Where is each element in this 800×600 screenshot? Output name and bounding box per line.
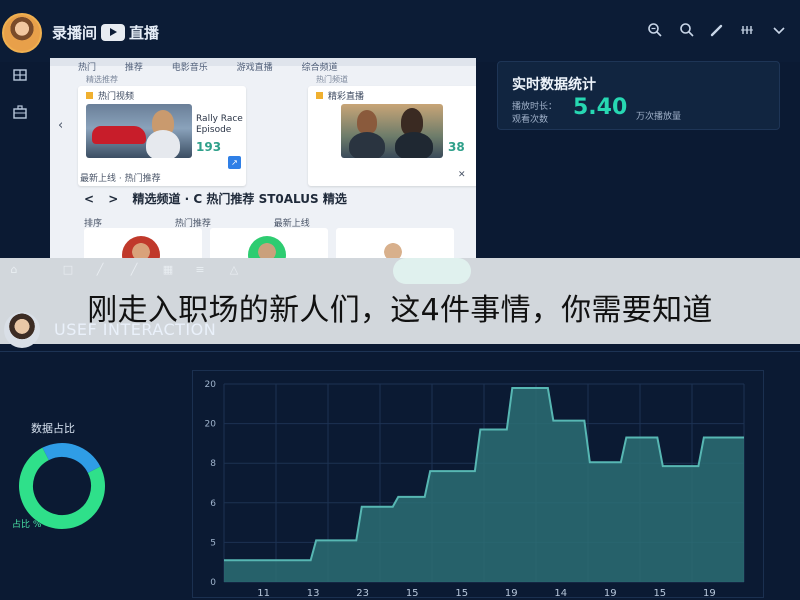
close-icon[interactable]: ✕ bbox=[458, 170, 466, 180]
tab-item[interactable]: 电影音乐 bbox=[172, 63, 208, 73]
app-title-left: 录播间 bbox=[52, 24, 98, 42]
stats-note: 万次播放量 bbox=[636, 112, 682, 122]
caption-line: Rally Race bbox=[196, 114, 243, 124]
chevron-down-icon[interactable] bbox=[770, 22, 788, 40]
section-avatar bbox=[4, 312, 40, 348]
divider bbox=[0, 351, 800, 352]
app-title-right: 直播 bbox=[129, 24, 160, 42]
card-label: 热门视频 bbox=[86, 89, 134, 102]
avatar bbox=[248, 236, 286, 258]
donut-note: 占比 % bbox=[12, 520, 42, 530]
video-thumbnail[interactable] bbox=[86, 104, 192, 158]
x-tick-label: 13 bbox=[307, 588, 320, 598]
person-body bbox=[349, 132, 385, 158]
x-tick-label: 15 bbox=[653, 588, 666, 598]
tab-bar: 热门 推荐 电影音乐 游戏直播 综合频道 bbox=[78, 60, 364, 73]
y-tick-label: 0 bbox=[210, 578, 216, 588]
stats-value: 5.40 bbox=[573, 95, 628, 120]
x-tick-label: 19 bbox=[703, 588, 716, 598]
browser-panel: 热门 推荐 电影音乐 游戏直播 综合频道 ‹ 精选推荐 热门视频 Rally R… bbox=[50, 58, 476, 258]
stats-label: 播放时长： bbox=[512, 102, 558, 112]
search-plus-icon[interactable] bbox=[646, 22, 664, 40]
x-tick-label: 15 bbox=[455, 588, 468, 598]
briefcase-icon[interactable] bbox=[9, 104, 31, 126]
card-section-label: 热门频道 bbox=[316, 75, 348, 84]
area-chart: 0 5 6 8 20 20 11 13 23 15 15 19 14 19 15 19 bbox=[205, 380, 745, 598]
y-tick-label: 20 bbox=[205, 420, 217, 430]
edit-icon[interactable] bbox=[708, 22, 726, 40]
x-tick-label: 15 bbox=[406, 588, 419, 598]
x-tick-label: 23 bbox=[356, 588, 369, 598]
caption-line: Episode bbox=[196, 125, 232, 135]
section-subheader: 最新上线 · 热门推荐 bbox=[80, 174, 161, 184]
person-image bbox=[357, 110, 377, 134]
person-body bbox=[395, 132, 433, 158]
expand-icon[interactable]: ↗ bbox=[228, 156, 241, 169]
back-button[interactable]: < bbox=[84, 192, 94, 206]
view-count: 193 bbox=[196, 140, 222, 154]
user-avatar[interactable] bbox=[2, 13, 42, 53]
card-section-label: 精选推荐 bbox=[86, 75, 118, 84]
y-tick-label: 20 bbox=[205, 380, 217, 390]
avatar bbox=[374, 236, 412, 258]
y-tick-label: 5 bbox=[210, 538, 216, 548]
stats-label: 观看次数 bbox=[512, 115, 549, 125]
y-tick-label: 8 bbox=[210, 459, 216, 469]
thumb-caption: Rally Race Episode bbox=[196, 114, 243, 136]
car-image bbox=[92, 126, 146, 144]
y-tick-label: 6 bbox=[210, 499, 216, 509]
search-icon[interactable] bbox=[678, 22, 696, 40]
person-body bbox=[146, 130, 180, 158]
tab-item[interactable]: 热门 bbox=[78, 63, 96, 73]
card-label: 精彩直播 bbox=[316, 89, 364, 102]
user-card[interactable] bbox=[336, 228, 454, 258]
user-card[interactable] bbox=[210, 228, 328, 258]
video-thumbnail[interactable] bbox=[341, 104, 443, 158]
section-title: USEF INTERACTION bbox=[54, 320, 217, 339]
play-icon bbox=[101, 24, 126, 41]
grid-icon[interactable] bbox=[738, 22, 756, 40]
user-card[interactable] bbox=[84, 228, 202, 258]
home-icon[interactable] bbox=[9, 67, 31, 89]
stats-title: 实时数据统计 bbox=[512, 77, 596, 93]
x-tick-label: 14 bbox=[554, 588, 567, 598]
app-title: 录播间 直播 bbox=[52, 22, 159, 43]
nav-row: < > 精选频道 · C 热门推荐 ST0ALUS 精选 bbox=[84, 190, 347, 207]
view-count: 38 bbox=[448, 140, 465, 154]
avatar bbox=[122, 236, 160, 258]
tab-item[interactable]: 游戏直播 bbox=[237, 63, 273, 73]
x-tick-label: 11 bbox=[257, 588, 270, 598]
nav-title: 精选频道 · C 热门推荐 ST0ALUS 精选 bbox=[132, 192, 347, 206]
forward-button[interactable]: > bbox=[108, 192, 118, 206]
tab-item[interactable]: 推荐 bbox=[125, 63, 143, 73]
donut-segment bbox=[42, 443, 101, 474]
stats-card: 实时数据统计 播放时长： 观看次数 5.40 万次播放量 bbox=[497, 61, 780, 130]
x-tick-label: 19 bbox=[604, 588, 617, 598]
carousel-prev-icon[interactable]: ‹ bbox=[58, 118, 63, 133]
donut-title: 数据占比 bbox=[31, 422, 75, 435]
x-tick-label: 19 bbox=[505, 588, 518, 598]
tab-item[interactable]: 综合频道 bbox=[302, 63, 338, 73]
